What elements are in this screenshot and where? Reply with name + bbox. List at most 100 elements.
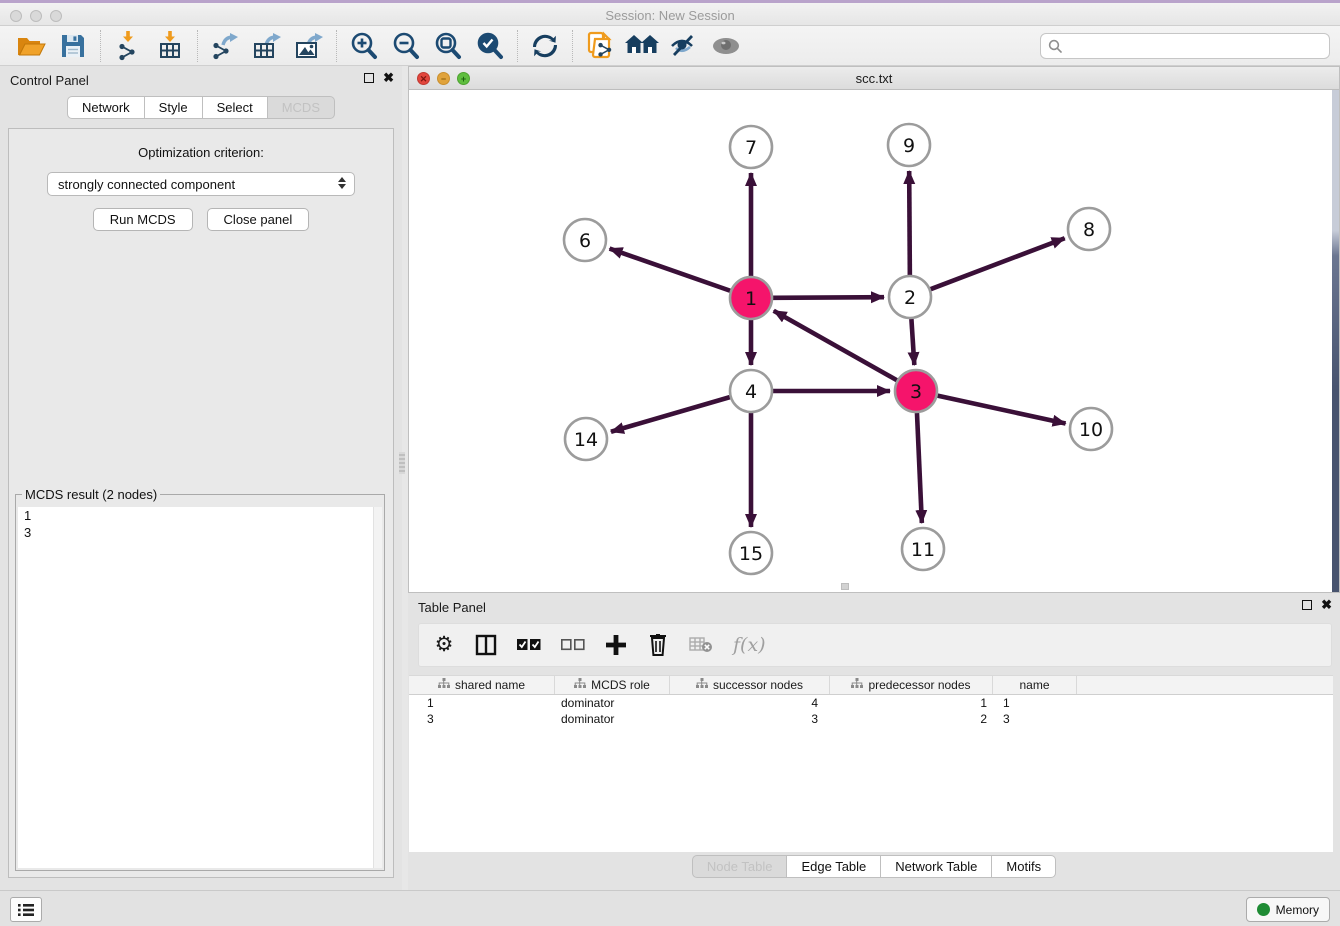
column-label: name <box>1019 678 1049 692</box>
graph-node-8[interactable]: 8 <box>1068 208 1110 250</box>
graph-edge-4-14[interactable] <box>611 397 730 432</box>
column-type-icon <box>851 678 863 692</box>
criterion-value: strongly connected component <box>58 177 235 192</box>
apply-layout-button[interactable] <box>524 29 566 63</box>
graph-edge-2-9[interactable] <box>909 171 910 275</box>
graph-node-6[interactable]: 6 <box>564 219 606 261</box>
criterion-dropdown[interactable]: strongly connected component <box>47 172 355 196</box>
zoom-out-icon <box>391 31 421 61</box>
control-panel-title: Control Panel <box>10 73 89 88</box>
svg-text:4: 4 <box>745 381 757 403</box>
open-file-icon <box>16 33 46 59</box>
zoom-out-button[interactable] <box>385 29 427 63</box>
column-type-icon <box>696 678 708 692</box>
column-header-shared-name[interactable]: shared name <box>409 676 555 694</box>
graph-edge-3-1[interactable] <box>774 311 897 380</box>
search-field[interactable] <box>1040 33 1330 59</box>
float-table-panel-icon[interactable] <box>1302 600 1312 610</box>
graph-node-14[interactable]: 14 <box>565 418 607 460</box>
svg-text:7: 7 <box>745 137 757 159</box>
tab-motifs[interactable]: Motifs <box>992 855 1056 878</box>
mcds-result-title: MCDS result (2 nodes) <box>22 487 160 502</box>
mcds-panel: Optimization criterion: strongly connect… <box>8 128 394 878</box>
deselect-all-rows-button[interactable] <box>561 639 585 651</box>
mcds-result-area[interactable]: 13 <box>18 507 382 868</box>
show-selected-button[interactable] <box>705 29 747 63</box>
export-table-button[interactable] <box>246 29 288 63</box>
table-panel-header: Table Panel ✖ <box>408 593 1340 621</box>
table-settings-button[interactable]: ⚙ <box>433 634 455 656</box>
main-toolbar <box>0 26 1340 66</box>
network-right-edge <box>1332 90 1339 592</box>
column-header-successor-nodes[interactable]: successor nodes <box>670 676 830 694</box>
run-mcds-button[interactable]: Run MCDS <box>93 208 193 231</box>
show-columns-button[interactable] <box>475 634 497 656</box>
tab-network-table[interactable]: Network Table <box>881 855 992 878</box>
graph-node-9[interactable]: 9 <box>888 124 930 166</box>
close-panel-icon[interactable]: ✖ <box>383 73 394 83</box>
graph-edge-3-10[interactable] <box>937 396 1065 424</box>
graph-edge-1-6[interactable] <box>610 249 731 291</box>
float-panel-icon[interactable] <box>364 73 374 83</box>
graph-node-10[interactable]: 10 <box>1070 408 1112 450</box>
search-icon <box>1048 39 1062 53</box>
network-canvas[interactable]: 7 9 6 8 1 2 4 3 14 10 15 11 <box>409 90 1339 592</box>
table-cell: 1 <box>993 695 1077 711</box>
tab-network[interactable]: Network <box>67 96 145 119</box>
svg-text:1: 1 <box>745 288 757 310</box>
task-history-button[interactable] <box>10 897 42 922</box>
select-all-rows-button[interactable] <box>517 639 541 651</box>
graph-edge-1-2[interactable] <box>773 297 884 298</box>
graph-edge-2-3[interactable] <box>911 319 914 365</box>
network-window-titlebar[interactable]: ✕ − + scc.txt <box>409 67 1339 90</box>
toolbar-separator <box>572 30 573 62</box>
graph-edge-2-8[interactable] <box>931 238 1065 289</box>
import-table-button[interactable] <box>149 29 191 63</box>
tab-node-table[interactable]: Node Table <box>692 855 788 878</box>
show-all-networks-button[interactable] <box>621 29 663 63</box>
tab-edge-table[interactable]: Edge Table <box>787 855 881 878</box>
hide-selected-button[interactable] <box>663 29 705 63</box>
result-scrollbar[interactable] <box>373 507 382 868</box>
column-header-predecessor-nodes[interactable]: predecessor nodes <box>830 676 993 694</box>
graph-node-7[interactable]: 7 <box>730 126 772 168</box>
table-row[interactable]: 3dominator323 <box>409 711 1333 727</box>
add-column-button[interactable] <box>605 635 627 655</box>
graph-node-3[interactable]: 3 <box>895 370 937 412</box>
svg-text:11: 11 <box>911 539 935 561</box>
panel-splitter[interactable] <box>399 452 405 474</box>
graph-node-11[interactable]: 11 <box>902 528 944 570</box>
search-input[interactable] <box>1067 39 1329 54</box>
open-file-button[interactable] <box>10 29 52 63</box>
column-header-name[interactable]: name <box>993 676 1077 694</box>
zoom-in-button[interactable] <box>343 29 385 63</box>
graph-node-15[interactable]: 15 <box>730 532 772 574</box>
clone-network-button[interactable] <box>579 29 621 63</box>
table-row[interactable]: 1dominator411 <box>409 695 1333 711</box>
tab-select[interactable]: Select <box>203 96 268 119</box>
canvas-scroll-thumb[interactable] <box>841 583 849 590</box>
graph-node-4[interactable]: 4 <box>730 370 772 412</box>
close-panel-button[interactable]: Close panel <box>207 208 310 231</box>
close-table-panel-icon[interactable]: ✖ <box>1321 600 1332 610</box>
memory-label: Memory <box>1276 903 1319 917</box>
zoom-selected-button[interactable] <box>469 29 511 63</box>
dropdown-arrows-icon <box>338 177 346 189</box>
column-header-MCDS-role[interactable]: MCDS role <box>555 676 670 694</box>
tab-style[interactable]: Style <box>145 96 203 119</box>
memory-button[interactable]: Memory <box>1246 897 1330 922</box>
save-session-button[interactable] <box>52 29 94 63</box>
column-label: shared name <box>455 678 525 692</box>
export-network-button[interactable] <box>204 29 246 63</box>
graph-node-1[interactable]: 1 <box>730 277 772 319</box>
tab-mcds[interactable]: MCDS <box>268 96 335 119</box>
import-network-button[interactable] <box>107 29 149 63</box>
graph-edge-3-11[interactable] <box>917 413 922 523</box>
delete-column-button[interactable] <box>647 634 669 656</box>
show-columns-icon <box>475 634 497 656</box>
zoom-fit-button[interactable] <box>427 29 469 63</box>
svg-text:6: 6 <box>579 230 591 252</box>
toolbar-separator <box>197 30 198 62</box>
export-image-button[interactable] <box>288 29 330 63</box>
graph-node-2[interactable]: 2 <box>889 276 931 318</box>
